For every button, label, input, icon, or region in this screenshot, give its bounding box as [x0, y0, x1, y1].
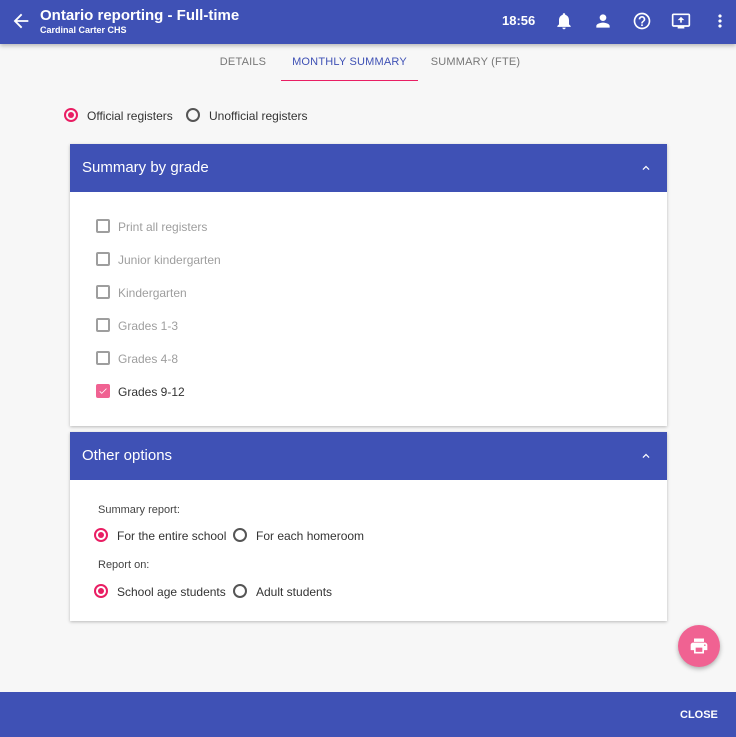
print-all-registers-checkbox[interactable]: [96, 219, 110, 233]
entire-school-radio[interactable]: [94, 528, 108, 542]
grades-9-12-label: Grades 9-12: [118, 385, 185, 399]
grades-9-12-checkbox[interactable]: [96, 384, 110, 398]
entire-school-label[interactable]: For the entire school: [117, 529, 226, 543]
grades-1-3-checkbox[interactable]: [96, 318, 110, 332]
grades-4-8-label: Grades 4-8: [118, 352, 179, 366]
official-registers-radio[interactable]: [64, 108, 78, 122]
bell-icon[interactable]: [554, 11, 574, 31]
school-age-students-label[interactable]: School age students: [117, 585, 226, 599]
junior-kindergarten-checkbox[interactable]: [96, 252, 110, 266]
kindergarten-label: Kindergarten: [118, 286, 187, 300]
official-registers-label[interactable]: Official registers: [87, 109, 173, 123]
report-on-label: Report on:: [98, 559, 150, 571]
more-vert-icon[interactable]: [710, 11, 730, 31]
chevron-up-icon[interactable]: [638, 161, 654, 175]
person-icon[interactable]: [593, 11, 613, 31]
print-all-registers-label: Print all registers: [118, 220, 208, 234]
summary-by-grade-panel: Summary by grade Print all registers Jun…: [70, 144, 667, 426]
tab-summary-fte[interactable]: SUMMARY (FTE): [424, 45, 527, 81]
footer-bar: CLOSE: [0, 692, 736, 737]
help-icon[interactable]: [632, 11, 652, 31]
back-arrow-icon[interactable]: [10, 10, 32, 32]
app-titles: Ontario reporting - Full-time Cardinal C…: [40, 7, 239, 36]
tab-details[interactable]: DETAILS: [208, 45, 278, 81]
each-homeroom-radio[interactable]: [233, 528, 247, 542]
present-to-screen-icon[interactable]: [671, 11, 691, 31]
kindergarten-checkbox[interactable]: [96, 285, 110, 299]
adult-students-radio[interactable]: [233, 584, 247, 598]
tab-bar: DETAILS MONTHLY SUMMARY SUMMARY (FTE): [0, 45, 736, 81]
grades-1-3-label: Grades 1-3: [118, 319, 179, 333]
summary-by-grade-header[interactable]: Summary by grade: [70, 144, 667, 192]
app-bar: Ontario reporting - Full-time Cardinal C…: [0, 0, 736, 44]
grades-4-8-checkbox[interactable]: [96, 351, 110, 365]
other-options-title: Other options: [82, 447, 173, 464]
check-icon: [99, 388, 107, 394]
other-options-header[interactable]: Other options: [70, 432, 667, 480]
summary-report-label: Summary report:: [98, 504, 180, 516]
school-name: Cardinal Carter CHS: [40, 25, 127, 35]
chevron-up-icon[interactable]: [638, 449, 654, 463]
junior-kindergarten-label: Junior kindergarten: [118, 253, 221, 267]
other-options-panel: Other options Summary report: For the en…: [70, 432, 667, 621]
clock: 18:56: [502, 13, 536, 28]
unofficial-registers-radio[interactable]: [186, 108, 200, 122]
page-title: Ontario reporting - Full-time: [40, 7, 240, 24]
unofficial-registers-label[interactable]: Unofficial registers: [209, 109, 307, 123]
adult-students-label[interactable]: Adult students: [256, 585, 332, 599]
close-button[interactable]: CLOSE: [680, 709, 718, 721]
print-button[interactable]: [678, 625, 720, 667]
school-age-students-radio[interactable]: [94, 584, 108, 598]
tab-monthly-summary[interactable]: MONTHLY SUMMARY: [281, 45, 418, 81]
summary-by-grade-title: Summary by grade: [82, 159, 209, 176]
print-icon: [690, 638, 708, 654]
each-homeroom-label[interactable]: For each homeroom: [256, 529, 364, 543]
